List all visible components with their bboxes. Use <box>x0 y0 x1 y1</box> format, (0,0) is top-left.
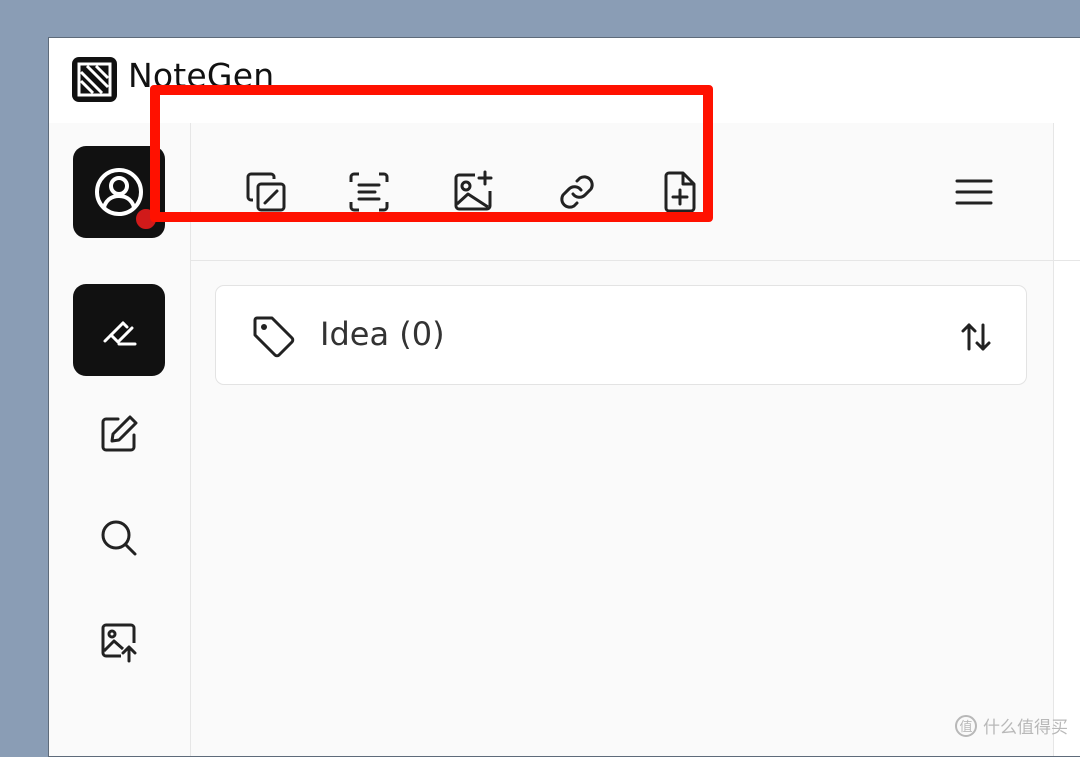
highlighter-icon <box>97 308 141 352</box>
tag-card[interactable]: Idea (0) <box>215 285 1027 385</box>
search-icon <box>97 516 141 560</box>
panel-divider <box>1053 123 1054 756</box>
edit-icon <box>97 412 141 456</box>
tag-label: Idea (0) <box>320 315 445 353</box>
watermark-text: 什么值得买 <box>983 718 1068 738</box>
sort-icon <box>958 319 994 355</box>
sidebar-item-record[interactable] <box>73 284 165 376</box>
watermark-logo-icon: 值 <box>955 714 977 737</box>
sidebar-item-write[interactable] <box>73 388 165 480</box>
tag-icon <box>250 313 298 361</box>
toolbar-divider <box>191 260 1053 261</box>
menu-icon <box>954 172 994 212</box>
menu-button[interactable] <box>942 160 1006 224</box>
sidebar-item-image-upload[interactable] <box>73 595 165 687</box>
watermark: 值 什么值得买 <box>955 713 1068 738</box>
notegen-logo-icon <box>72 57 117 102</box>
image-upload-icon <box>97 619 141 663</box>
right-panel-divider <box>1054 260 1080 261</box>
sidebar-item-search[interactable] <box>73 492 165 584</box>
sort-button[interactable] <box>954 315 998 359</box>
toolbar-highlight-box <box>150 85 713 222</box>
